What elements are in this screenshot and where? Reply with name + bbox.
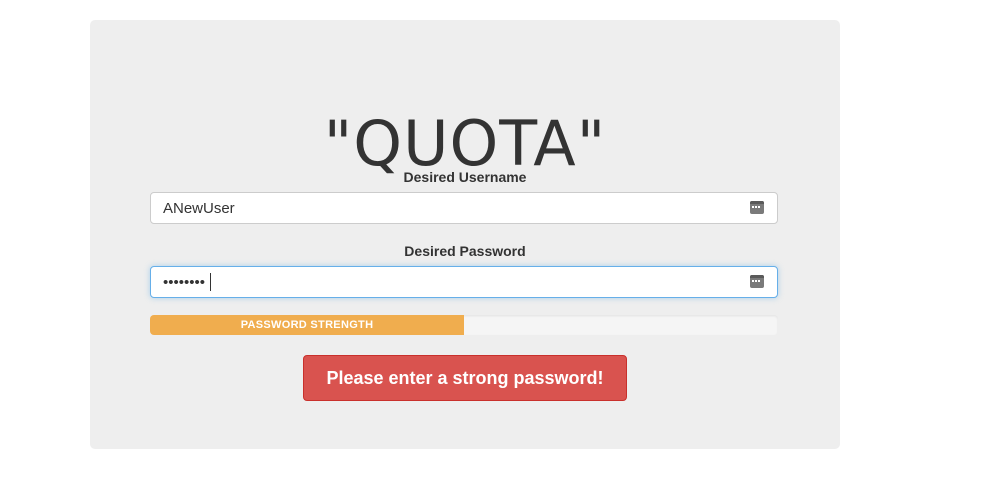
password-manager-icon[interactable] <box>750 201 764 214</box>
password-strength-fill: PASSWORD STRENGTH <box>150 315 464 335</box>
icon-dots <box>752 206 762 209</box>
username-field-container <box>150 192 778 224</box>
password-label: Desired Password <box>404 243 526 259</box>
password-input[interactable] <box>163 267 733 297</box>
icon-bar <box>750 275 764 278</box>
username-input[interactable] <box>163 193 733 223</box>
icon-bar <box>750 201 764 204</box>
submit-button[interactable]: Please enter a strong password! <box>303 355 627 401</box>
password-field-container <box>150 266 778 298</box>
username-label: Desired Username <box>403 169 527 185</box>
signup-panel: "QUOTA" Desired Username Desired Passwor… <box>90 20 840 449</box>
password-manager-icon[interactable] <box>750 275 764 288</box>
icon-dots <box>752 280 762 283</box>
password-strength-meter: PASSWORD STRENGTH <box>150 315 778 335</box>
text-caret <box>210 273 211 291</box>
